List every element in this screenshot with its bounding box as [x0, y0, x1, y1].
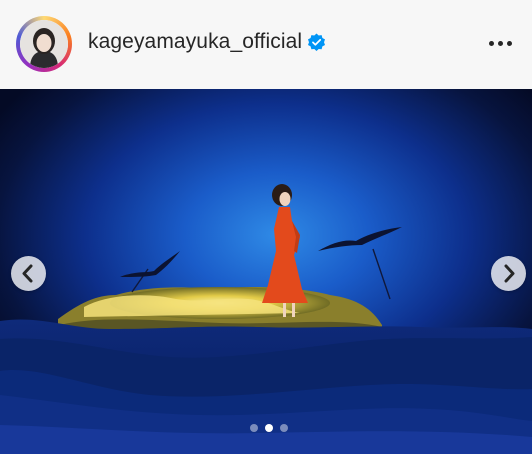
- carousel-dot-active: [265, 424, 273, 432]
- post-image[interactable]: [0, 89, 532, 454]
- avatar[interactable]: [20, 20, 68, 68]
- carousel-dot: [280, 424, 288, 432]
- post-header: kageyamayuka_official: [0, 0, 532, 89]
- username[interactable]: kageyamayuka_official: [88, 30, 302, 54]
- chevron-right-icon: [504, 264, 515, 283]
- verified-badge-icon: [307, 33, 326, 51]
- previous-slide-button[interactable]: [11, 256, 46, 291]
- next-slide-button[interactable]: [491, 256, 526, 291]
- more-options-icon[interactable]: [486, 34, 516, 52]
- chevron-left-icon: [22, 264, 33, 283]
- carousel-dot: [250, 424, 258, 432]
- instagram-post: kageyamayuka_official: [0, 0, 532, 454]
- stage-photo: [0, 89, 532, 454]
- carousel-indicator: [250, 423, 290, 433]
- story-ring[interactable]: [16, 16, 72, 72]
